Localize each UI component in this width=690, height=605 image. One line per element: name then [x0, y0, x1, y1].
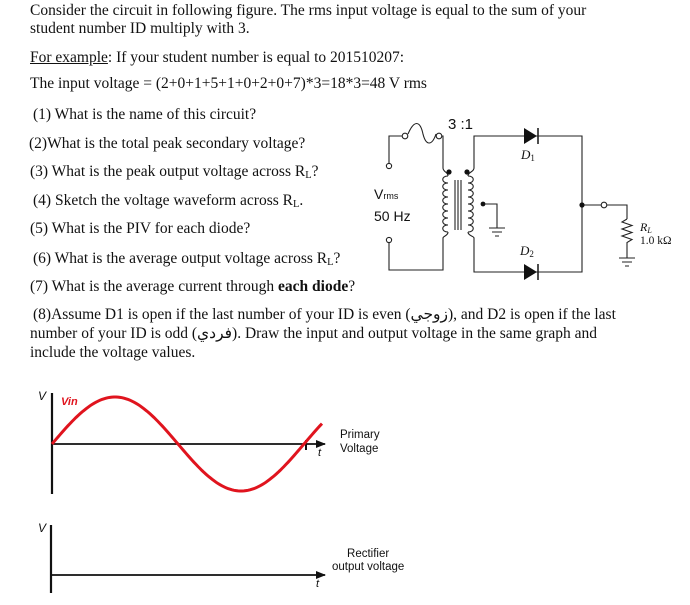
input-voltage-line: The input voltage = (2+0+1+5+1+0+2+0+7)*… — [30, 75, 427, 92]
question-1-text: (1) What is the name of this circuit? — [33, 106, 257, 123]
diode-d2-label-main: D — [520, 243, 530, 258]
question-4-suffix: . — [299, 192, 304, 209]
input-x-label: t — [318, 447, 322, 459]
load-label: RL — [640, 220, 652, 235]
question-6: (6) What is the average output voltage a… — [33, 250, 340, 272]
fuse-icon — [407, 122, 437, 144]
intro-line-1: Consider the circuit in following figure… — [30, 2, 587, 19]
input-y-label: V — [38, 389, 47, 403]
example-label: For example — [30, 49, 108, 66]
diode-d1-label-main: D — [521, 147, 531, 162]
rectifier-output-caption: Rectifier output voltage — [332, 548, 404, 574]
wire — [388, 238, 444, 271]
turns-ratio-label: 3 :1 — [448, 116, 474, 133]
source-label-sub: rms — [383, 191, 399, 201]
question-7-suffix: ? — [348, 278, 356, 295]
polarity-dot — [464, 169, 470, 175]
example-text: : If your student number is equal to 201… — [107, 49, 405, 66]
question-2-text: (2)What is the total peak secondary volt… — [29, 135, 306, 152]
ground-icon — [489, 227, 505, 237]
primary-coil-icon — [442, 167, 449, 239]
source-terminal-bottom — [385, 236, 393, 244]
wire — [442, 135, 444, 168]
center-tap-node — [480, 201, 486, 207]
question-5-text: (5) What is the PIV for each diode? — [30, 220, 251, 237]
question-4: (4) Sketch the voltage waveform across R… — [33, 192, 303, 214]
frequency-label: 50 Hz — [374, 208, 411, 224]
question-4-text: (4) Sketch the voltage waveform across R — [33, 192, 293, 209]
diode-d2-label: D2 — [520, 243, 534, 259]
question-1: (1) What is the name of this circuit? — [33, 106, 256, 124]
secondary-coil-icon — [467, 167, 475, 239]
output-y-label: V — [38, 521, 47, 535]
question-5: (5) What is the PIV for each diode? — [30, 220, 250, 238]
question-2: (2)What is the total peak secondary volt… — [29, 135, 305, 153]
diode-d1-icon — [524, 128, 537, 144]
question-7: (7) What is the average current through … — [30, 278, 355, 296]
fuse-terminal — [435, 132, 443, 140]
resistor-icon — [620, 218, 634, 258]
wire — [473, 135, 522, 168]
question-3-text: (3) What is the peak output voltage acro… — [30, 163, 306, 180]
question-6-text: (6) What is the average output voltage a… — [33, 250, 328, 267]
source-label: Vrms — [374, 186, 398, 202]
vin-label: Vin — [61, 396, 78, 408]
output-terminal — [600, 201, 608, 209]
caption-line: Voltage — [340, 443, 379, 455]
load-label-sub: L — [647, 226, 652, 235]
center-tap-wire — [483, 203, 498, 228]
question-3-suffix: ? — [311, 163, 319, 180]
source-terminal-top — [385, 162, 393, 170]
question-8-line-1: (8)Assume D1 is open if the last number … — [33, 306, 616, 323]
load-value: 1.0 kΩ — [640, 235, 672, 247]
question-7-bold: each diode — [278, 278, 349, 295]
source-label-main: V — [374, 186, 384, 202]
question-7-text: (7) What is the average current through — [30, 278, 279, 295]
question-8-line-3: include the voltage values. — [30, 344, 196, 361]
question-3: (3) What is the peak output voltage acro… — [30, 163, 319, 185]
example-line: For example: If your student number is e… — [30, 49, 404, 67]
caption-line: Rectifier — [347, 548, 390, 560]
polarity-dot — [446, 169, 452, 175]
question-8-line-2: number of your ID is odd (فردي). Draw th… — [30, 325, 598, 342]
caption-line: output voltage — [332, 561, 405, 573]
junction-node — [579, 202, 585, 208]
fuse-terminal — [401, 132, 409, 140]
vin-waveform — [50, 395, 324, 493]
output-x-label: t — [316, 578, 320, 590]
diode-d1-label-sub: 1 — [530, 153, 535, 163]
diode-d2-icon — [524, 264, 537, 280]
diode-d1-label: D1 — [521, 147, 535, 163]
primary-voltage-caption: Primary Voltage — [340, 428, 380, 456]
wire — [473, 238, 522, 273]
wire — [607, 204, 628, 219]
question-6-suffix: ? — [333, 250, 341, 267]
wire — [388, 135, 402, 163]
ground-icon — [619, 257, 635, 267]
intro-line-2: student number ID multiply with 3. — [30, 20, 250, 37]
caption-line: Primary — [340, 429, 380, 441]
diode-d2-label-sub: 2 — [529, 249, 534, 259]
